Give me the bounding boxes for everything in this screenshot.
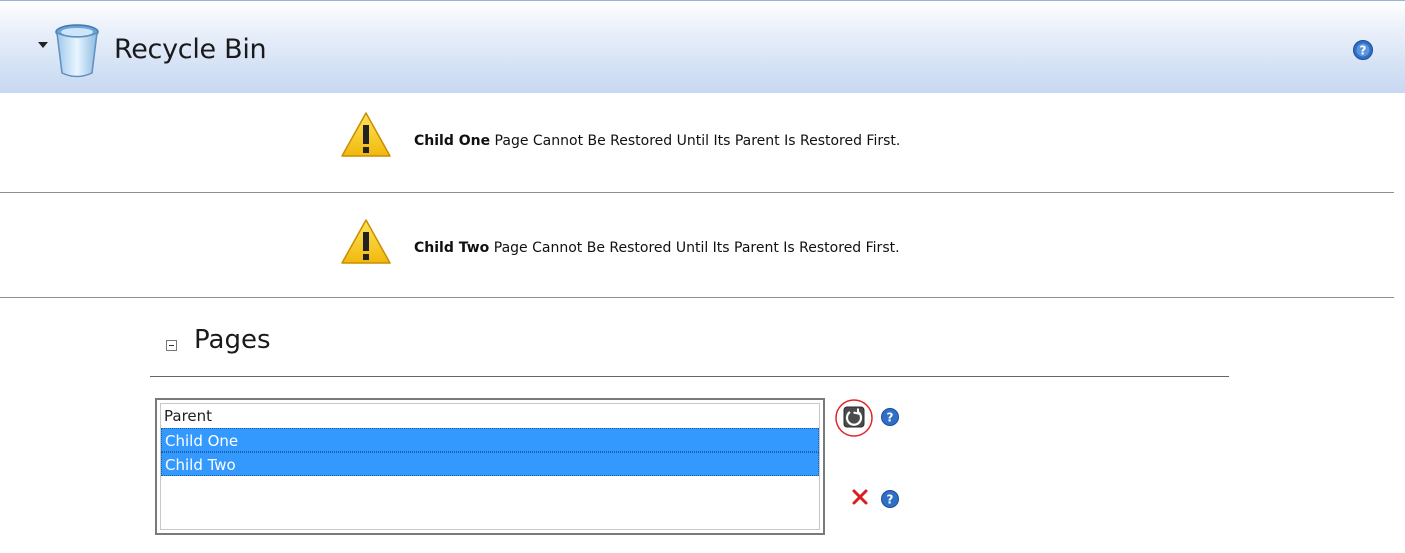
warning-text: Child One Page Cannot Be Restored Until … — [414, 133, 900, 149]
title-bar: Recycle Bin ? — [0, 0, 1405, 93]
warning-page-name: Child Two — [414, 240, 490, 256]
minus-box-icon[interactable] — [166, 340, 177, 351]
svg-text:?: ? — [1360, 44, 1367, 58]
warning-message: Child One Page Cannot Be Restored Until … — [0, 92, 1394, 193]
delete-x-icon[interactable] — [850, 487, 870, 507]
section-divider — [150, 376, 1229, 377]
warning-message: Child Two Page Cannot Be Restored Until … — [0, 193, 1394, 298]
help-icon[interactable]: ? — [880, 407, 900, 427]
list-item-child-one[interactable]: Child One — [161, 428, 819, 452]
restore-button[interactable] — [834, 398, 874, 438]
page-title: Recycle Bin — [114, 34, 267, 65]
warning-icon — [341, 112, 391, 157]
warning-icon — [341, 219, 391, 264]
listbox-frame: Parent Child One Child Two — [160, 403, 820, 530]
collapse-triangle-icon[interactable] — [38, 42, 48, 48]
pages-listbox[interactable]: Parent Child One Child Two — [155, 398, 825, 535]
pages-heading: Pages — [194, 325, 271, 355]
list-item-child-two[interactable]: Child Two — [161, 452, 819, 476]
svg-text:?: ? — [887, 493, 894, 507]
warning-page-name: Child One — [414, 133, 491, 149]
warning-body: Page Cannot Be Restored Until Its Parent… — [489, 240, 900, 256]
help-icon[interactable]: ? — [1352, 39, 1374, 61]
help-icon[interactable]: ? — [880, 489, 900, 509]
svg-text:?: ? — [887, 411, 894, 425]
recycle-bin-icon — [55, 24, 99, 78]
list-item-parent[interactable]: Parent — [161, 404, 819, 428]
warning-text: Child Two Page Cannot Be Restored Until … — [414, 240, 900, 256]
warning-body: Page Cannot Be Restored Until Its Parent… — [490, 133, 901, 149]
